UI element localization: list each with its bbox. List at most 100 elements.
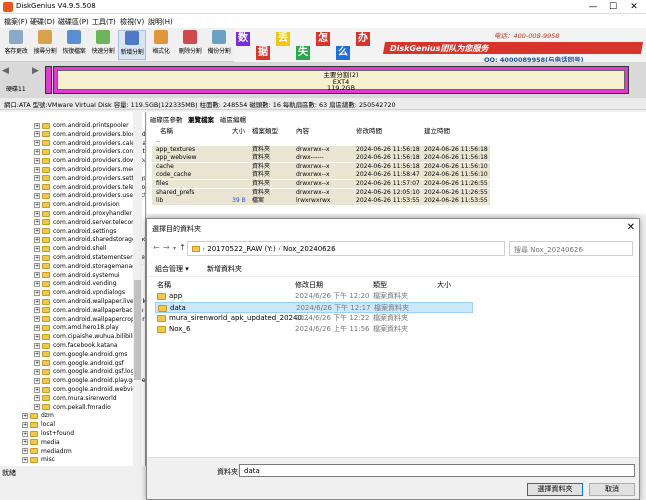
tree-item[interactable]: + com.android.wallpapercropper — [34, 316, 145, 324]
tree-item[interactable]: + com.google.android.gms — [34, 351, 127, 359]
quick-partition-button[interactable]: 快速分割 — [89, 30, 117, 60]
expand-icon[interactable]: + — [34, 368, 40, 375]
menu-help[interactable]: 說明(H) — [148, 17, 173, 27]
expand-icon[interactable]: + — [34, 166, 40, 173]
ad-banner[interactable]: 数据丢失怎么办 DiskGenius团队为您服务 电话：400-008-9958… — [234, 28, 646, 64]
expand-icon[interactable]: + — [34, 316, 40, 323]
partition-block-main[interactable]: 主要分割(2) EXT4 119.2GB — [53, 66, 629, 94]
tree-item[interactable]: + com.android.providers.telephon — [34, 184, 145, 192]
delete-partition-button[interactable]: 刪除分割 — [176, 30, 204, 60]
tree-item[interactable]: + com.android.wallpaperbackup — [34, 307, 143, 315]
new-partition-button[interactable]: 新增分割 — [118, 30, 146, 60]
maximize-button[interactable]: ☐ — [606, 1, 620, 13]
col-attr[interactable]: 內容 — [296, 125, 309, 135]
file-row[interactable]: code_cache 資料夾 drwxrwx--x 2024-06-26 11:58:… — [152, 171, 490, 180]
col-date[interactable]: 修改日期 — [295, 280, 323, 290]
tree-item[interactable]: + local — [22, 421, 55, 429]
expand-icon[interactable]: + — [34, 131, 40, 138]
tree-item[interactable]: + com.android.providers.blocked — [34, 131, 145, 139]
expand-icon[interactable]: + — [34, 184, 40, 191]
tree-item[interactable]: + com.amd.hero18.play — [34, 324, 119, 332]
tree-item[interactable]: + com.android.settings — [34, 228, 116, 236]
menu-file[interactable]: 檔案(F) — [4, 17, 28, 27]
expand-icon[interactable]: + — [22, 430, 28, 437]
address-bar[interactable]: › 20170522_RAW (Y:) › Nox_20240626 — [187, 241, 505, 256]
expand-icon[interactable]: + — [34, 333, 40, 340]
expand-icon[interactable]: + — [34, 272, 40, 279]
new-folder-button[interactable]: 新增資料夾 — [207, 264, 242, 274]
forward-icon[interactable]: → — [163, 243, 170, 252]
tree-item[interactable]: + com.android.providers.userdicti — [34, 192, 145, 200]
expand-icon[interactable]: + — [22, 412, 28, 419]
tree-item[interactable]: + com.android.vending — [34, 280, 117, 288]
expand-icon[interactable]: + — [34, 386, 40, 393]
organize-button[interactable]: 組合管理 ▾ — [155, 264, 189, 274]
menu-view[interactable]: 檢視(V) — [120, 17, 144, 27]
expand-icon[interactable]: + — [34, 254, 40, 261]
folder-row[interactable]: data 2024/6/26 下午 12:17 檔案資料夾 — [155, 302, 473, 313]
file-row[interactable]: .. — [152, 137, 490, 145]
tree-item[interactable]: + com.android.provision — [34, 201, 120, 209]
col-mtime[interactable]: 修改時間 — [356, 125, 382, 135]
col-name[interactable]: 名稱 — [160, 125, 173, 135]
expand-icon[interactable]: + — [34, 192, 40, 199]
expand-icon[interactable]: + — [34, 148, 40, 155]
col-size[interactable]: 大小 — [437, 280, 451, 290]
expand-icon[interactable]: + — [34, 307, 40, 314]
expand-icon[interactable]: + — [22, 448, 28, 455]
expand-icon[interactable]: + — [34, 289, 40, 296]
tree-item[interactable]: + com.android.printspooler — [34, 122, 129, 130]
tree-item[interactable]: + mediadrm — [22, 448, 72, 456]
tree-item[interactable]: + com.android.shell — [34, 245, 106, 253]
expand-icon[interactable]: + — [34, 351, 40, 358]
cancel-button[interactable]: 取消 — [589, 483, 635, 496]
tree-item[interactable]: + com.android.providers.calendar — [34, 140, 145, 148]
up-icon[interactable]: ↑ — [179, 243, 186, 252]
expand-icon[interactable]: + — [34, 360, 40, 367]
col-type[interactable]: 類型 — [373, 280, 387, 290]
tree-scrollbar-thumb[interactable] — [134, 280, 141, 380]
breadcrumb-folder[interactable]: Nox_20240626 — [283, 245, 336, 253]
expand-icon[interactable]: + — [22, 439, 28, 446]
next-disk-icon[interactable]: ▶ — [32, 66, 39, 76]
expand-icon[interactable]: + — [34, 377, 40, 384]
breadcrumb-drive[interactable]: 20170522_RAW (Y:) — [207, 245, 275, 253]
expand-icon[interactable]: + — [34, 342, 40, 349]
partition-small-block[interactable] — [45, 66, 52, 94]
expand-icon[interactable]: + — [34, 324, 40, 331]
tree-item[interactable]: + com.facebook.katana — [34, 342, 118, 350]
tree-item[interactable]: + com.android.statementservice — [34, 254, 145, 262]
file-row[interactable]: app_textures 資料夾 drwxrwx--x 2024-06-26 11:5… — [152, 145, 490, 154]
tree-item[interactable]: + com.android.providers.downloa — [34, 157, 145, 165]
expand-icon[interactable]: + — [34, 280, 40, 287]
tree-item[interactable]: + com.google.android.gsf — [34, 360, 124, 368]
expand-icon[interactable]: + — [34, 122, 40, 129]
tree-item[interactable]: + com.android.providers.media — [34, 166, 141, 174]
tree-item[interactable]: + com.android.wallpaper.livepick — [34, 298, 145, 306]
tree-item[interactable]: + com.android.providers.settings — [34, 175, 145, 183]
expand-icon[interactable]: + — [34, 157, 40, 164]
file-row[interactable]: app_webview 資料夾 drwx------ 2024-06-26 11:56… — [152, 154, 490, 163]
col-type[interactable]: 檔案類型 — [252, 125, 278, 135]
expand-icon[interactable]: + — [34, 210, 40, 217]
minimize-button[interactable]: — — [586, 1, 600, 13]
folder-row[interactable]: mura_sirenworld_apk_updated_20240... 2024… — [155, 313, 473, 324]
dialog-close-button[interactable]: ✕ — [627, 222, 635, 233]
tree-item[interactable]: + com.android.sharedstoragebacku — [34, 236, 145, 244]
format-button[interactable]: 格式化 — [147, 30, 175, 60]
recent-locations-icon[interactable]: ▾ — [173, 245, 176, 252]
search-input[interactable]: 搜尋 Nox_20240626 — [509, 241, 633, 256]
select-folder-button[interactable]: 選擇資料夾 — [527, 483, 583, 496]
expand-icon[interactable]: + — [22, 456, 28, 463]
menu-disk[interactable]: 硬碟(D) — [30, 17, 55, 27]
file-row[interactable]: cache 資料夾 drwxrwx--x 2024-06-26 11:56:18 202… — [152, 162, 490, 171]
search-partition-button[interactable]: 搜尋分割 — [31, 30, 59, 60]
folder-row[interactable]: app 2024/6/26 下午 12:20 檔案資料夾 — [155, 291, 473, 302]
backup-partition-button[interactable]: 備份分割 — [205, 30, 233, 60]
prev-disk-icon[interactable]: ◀ — [2, 66, 9, 76]
tree-item[interactable]: + dzm — [22, 412, 54, 420]
save-changes-button[interactable]: 客存更改 — [2, 30, 30, 60]
menu-partition[interactable]: 磁碟區(P) — [58, 17, 89, 27]
tab-sector-edit[interactable]: 磁區編輯 — [220, 114, 246, 124]
tab-partition-params[interactable]: 磁碟區參數 — [150, 114, 183, 124]
